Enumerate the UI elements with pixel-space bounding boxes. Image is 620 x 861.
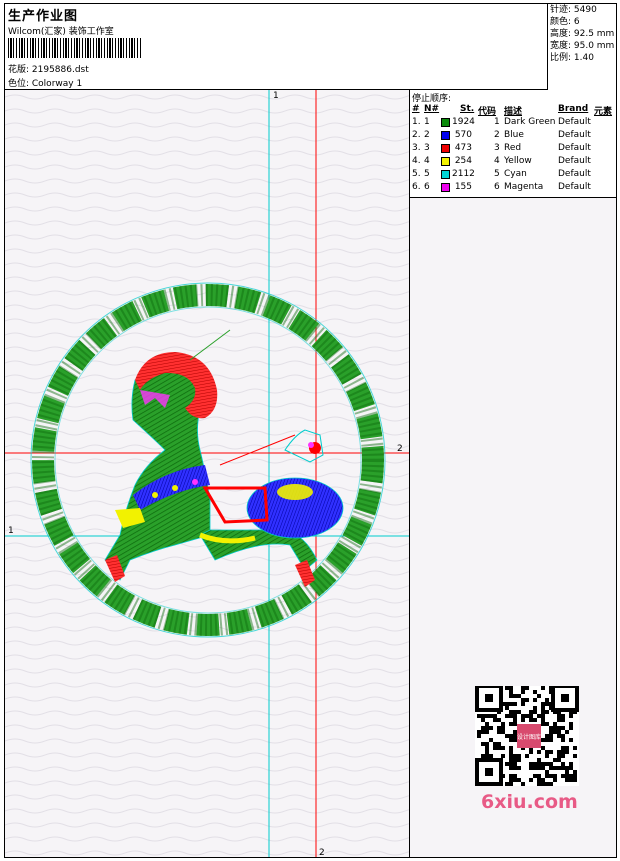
row-code: 2 [494,130,500,140]
row-code: 5 [494,169,500,179]
row-brand: Default [558,130,591,140]
row-desc: Magenta [504,182,544,192]
row-stitches: 1924 [452,117,475,127]
stop-sequence-table: 停止顺序: # N# St. 代码 描述 Brand 元素 1. 1 1924 1 Da… [410,90,616,198]
row-brand: Default [558,182,591,192]
spec-scale: 比例: 1.40 [550,53,594,63]
row-num: 2. [412,130,421,140]
row-n: 1 [424,117,430,127]
col-elem: 元素 [594,107,613,117]
colorway: 色位: Colorway 1 [8,79,83,89]
embroidery-preview: 1 2 2 1 [5,90,409,857]
col-st: St. [460,104,475,114]
table-row: 5. 5 2112 5 Cyan Default [410,169,616,182]
design-file: 花版: 2195886.dst [8,65,89,75]
color-swatch [441,131,450,140]
row-num: 1. [412,117,421,127]
row-n: 5 [424,169,430,179]
row-code: 3 [494,143,500,153]
barcode [8,38,142,58]
row-code: 6 [494,182,500,192]
row-stitches: 2112 [452,169,475,179]
col-brand: Brand [558,104,589,114]
row-num: 3. [412,143,421,153]
col-n: N# [424,104,440,114]
col-desc: 描述 [504,107,523,117]
row-brand: Default [558,143,591,153]
row-code: 1 [494,117,500,127]
row-desc: Red [504,143,522,153]
seal-text: 设计图库 [517,733,541,741]
col-code: 代码 [478,107,497,117]
row-num: 6. [412,182,421,192]
row-brand: Default [558,169,591,179]
spec-width: 宽度: 95.0 mm [550,41,615,51]
row-stitches: 570 [454,130,472,140]
row-stitches: 155 [454,182,472,192]
stop-sequence-title: 停止顺序: [412,94,452,104]
color-swatch [441,183,450,192]
color-swatch [441,170,450,179]
axis-label-v-red: 2 [319,848,325,857]
row-stitches: 254 [454,156,472,166]
color-swatch [441,157,450,166]
row-n: 4 [424,156,430,166]
col-num: # [412,104,420,114]
header-info: 生产作业图 Wilcom(汇家) 装饰工作室 花版: 2195886.dst 色… [5,4,548,90]
production-sheet: 生产作业图 Wilcom(汇家) 装饰工作室 花版: 2195886.dst 色… [4,3,617,858]
row-brand: Default [558,117,591,127]
qr-graphic: 设计图库 [475,684,579,786]
row-desc: Blue [504,130,524,140]
table-row: 4. 4 254 4 Yellow Default [410,156,616,169]
table-row: 1. 1 1924 1 Dark Green Default [410,117,616,130]
color-swatch [441,118,450,127]
watermark-brand: 6xiu.com [481,791,578,813]
spec-colors: 颜色: 6 [550,17,580,27]
color-swatch [441,144,450,153]
row-brand: Default [558,156,591,166]
axis-label-v-cyan: 1 [273,91,279,101]
row-n: 6 [424,182,430,192]
row-desc: Yellow [504,156,532,166]
row-code: 4 [494,156,500,166]
spec-stitches: 针迹: 5490 [550,5,597,15]
axis-label-h-cyan: 1 [8,526,14,536]
sheet-title: 生产作业图 [8,9,79,24]
row-n: 3 [424,143,430,153]
table-row: 3. 3 473 3 Red Default [410,143,616,156]
design-preview: 1 2 2 1 [5,90,410,857]
row-desc: Cyan [504,169,527,179]
table-row: 6. 6 155 6 Magenta Default [410,182,616,195]
row-num: 4. [412,156,421,166]
row-n: 2 [424,130,430,140]
row-num: 5. [412,169,421,179]
row-stitches: 473 [454,143,472,153]
spec-height: 高度: 92.5 mm [550,29,615,39]
design-specs: 针迹: 5490 颜色: 6 高度: 92.5 mm 宽度: 95.0 mm 比… [548,4,616,74]
axis-label-h-red: 2 [397,444,403,454]
qr-code: 设计图库 [475,684,579,786]
company-name: Wilcom(汇家) 装饰工作室 [8,27,114,37]
table-row: 2. 2 570 2 Blue Default [410,130,616,143]
row-desc: Dark Green [504,117,556,127]
